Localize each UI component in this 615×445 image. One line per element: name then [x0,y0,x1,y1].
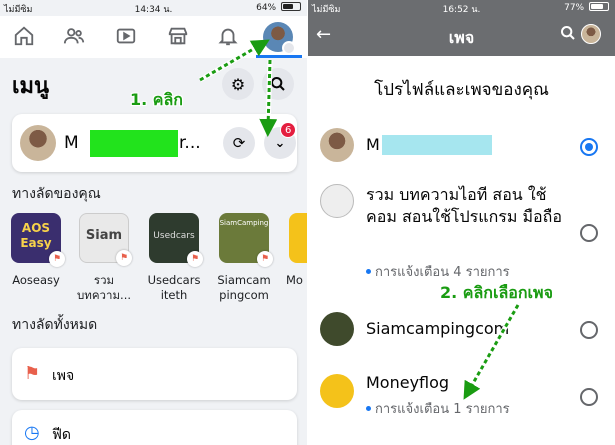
annotation-step-2: 2. คลิกเลือกเพจ [440,283,553,302]
annotation-arrows [463,303,521,400]
left-screenshot-panel: ไม่มีซิม 14:34 น. 64% เมนู ⚙ M r... ⟳ ⌄ … [0,0,307,445]
right-screenshot-panel: ไม่มีซิม 16:52 น. 77% ← เพจ โปรไฟล์และเพ… [308,0,615,445]
annotation-step-1: 1. คลิก [130,90,183,109]
annotation-arrows [198,39,278,137]
